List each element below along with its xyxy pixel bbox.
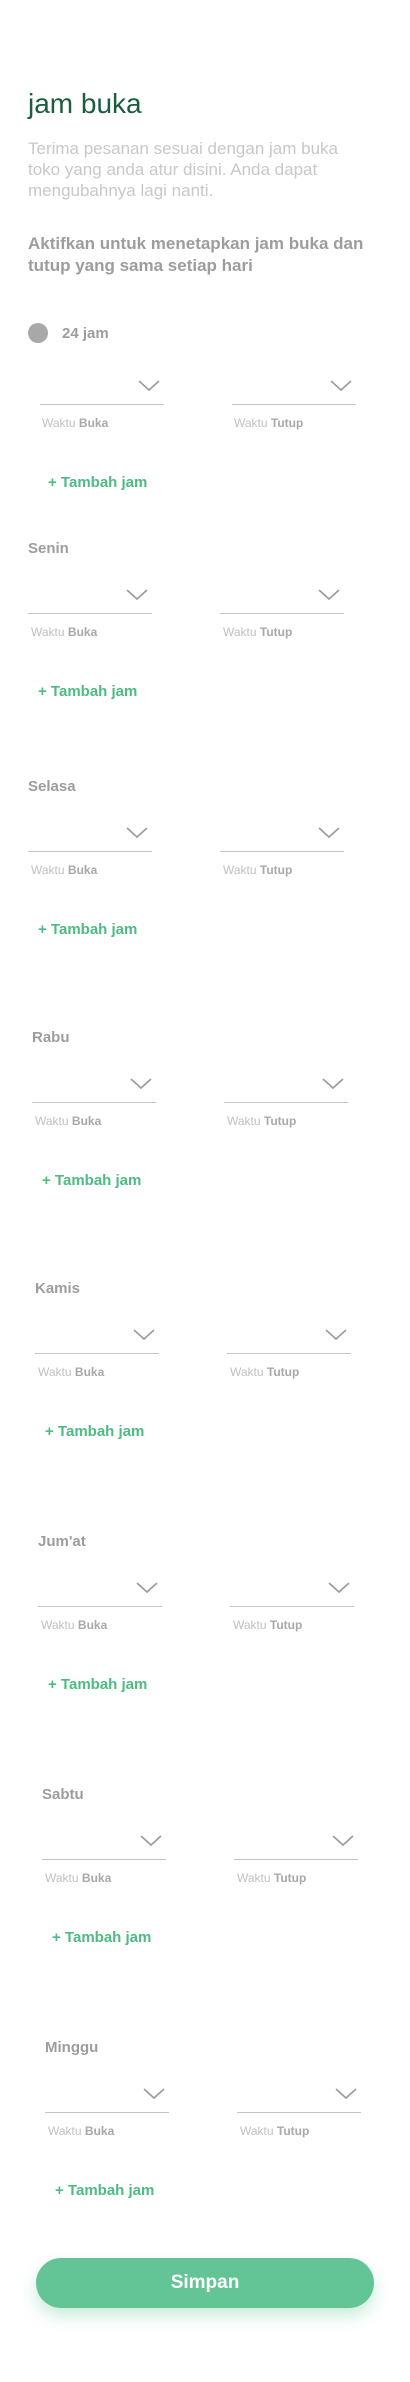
same-hours-hint: Aktifkan untuk menetapkan jam buka dan t… — [28, 234, 364, 275]
day-label-senin: Senin — [28, 540, 69, 557]
sabtu-open-time-caption: Waktu Buka — [45, 1871, 112, 1885]
selasa-add-hours-button[interactable]: + Tambah jam — [38, 921, 137, 938]
sabtu-close-time-select[interactable] — [234, 1829, 358, 1860]
sabtu-add-hours-button[interactable]: + Tambah jam — [52, 1929, 151, 1946]
jumat-close-time-caption: Waktu Tutup — [233, 1618, 303, 1632]
kamis-close-time-caption: Waktu Tutup — [230, 1365, 300, 1379]
kamis-add-hours-button[interactable]: + Tambah jam — [45, 1423, 144, 1440]
kamis-close-time-select[interactable] — [227, 1323, 351, 1354]
senin-close-time-caption: Waktu Tutup — [223, 625, 293, 639]
rabu-add-hours-button[interactable]: + Tambah jam — [42, 1172, 141, 1189]
chevron-down-icon — [126, 827, 148, 839]
jumat-close-time-select[interactable] — [230, 1576, 354, 1607]
senin-close-time-select[interactable] — [220, 583, 344, 614]
page-title: jam buka — [28, 88, 142, 119]
chevron-down-icon — [328, 1582, 350, 1594]
rabu-close-time-select[interactable] — [224, 1072, 348, 1103]
chevron-down-icon — [143, 2088, 165, 2100]
minggu-open-time-caption: Waktu Buka — [48, 2124, 115, 2138]
day-label-sabtu: Sabtu — [42, 1786, 84, 1803]
chevron-down-icon — [332, 1835, 354, 1847]
senin-add-hours-button[interactable]: + Tambah jam — [38, 683, 137, 700]
day-label-rabu: Rabu — [32, 1029, 70, 1046]
day-label-selasa: Selasa — [28, 778, 76, 795]
kamis-open-time-caption: Waktu Buka — [38, 1365, 105, 1379]
all-day-close-time-select[interactable] — [232, 374, 356, 405]
selasa-open-time-select[interactable] — [28, 821, 152, 852]
rabu-open-time-select[interactable] — [32, 1072, 156, 1103]
all-day-open-time-caption: Waktu Buka — [42, 416, 109, 430]
minggu-open-time-select[interactable] — [45, 2082, 169, 2113]
jumat-add-hours-button[interactable]: + Tambah jam — [48, 1676, 147, 1693]
day-label-kamis: Kamis — [35, 1280, 81, 1297]
senin-open-time-caption: Waktu Buka — [31, 625, 98, 639]
minggu-add-hours-button[interactable]: + Tambah jam — [55, 2182, 154, 2199]
chevron-down-icon — [140, 1835, 162, 1847]
chevron-down-icon — [136, 1582, 158, 1594]
jumat-open-time-select[interactable] — [38, 1576, 162, 1607]
minggu-close-time-caption: Waktu Tutup — [240, 2124, 310, 2138]
minggu-close-time-select[interactable] — [237, 2082, 361, 2113]
chevron-down-icon — [322, 1078, 344, 1090]
chevron-down-icon — [318, 827, 340, 839]
selasa-close-time-caption: Waktu Tutup — [223, 863, 293, 877]
day-label-jumat: Jum'at — [38, 1533, 86, 1550]
rabu-close-time-caption: Waktu Tutup — [227, 1114, 297, 1128]
chevron-down-icon — [325, 1329, 347, 1341]
sabtu-close-time-caption: Waktu Tutup — [237, 1871, 307, 1885]
chevron-down-icon — [126, 589, 148, 601]
selasa-open-time-caption: Waktu Buka — [31, 863, 98, 877]
selasa-close-time-select[interactable] — [220, 821, 344, 852]
chevron-down-icon — [133, 1329, 155, 1341]
all-day-open-time-select[interactable] — [40, 374, 164, 405]
senin-open-time-select[interactable] — [28, 583, 152, 614]
chevron-down-icon — [330, 380, 352, 392]
day-label-minggu: Minggu — [45, 2039, 99, 2056]
chevron-down-icon — [138, 380, 160, 392]
all-day-label: 24 jam — [62, 324, 109, 342]
kamis-open-time-select[interactable] — [35, 1323, 159, 1354]
sabtu-open-time-select[interactable] — [42, 1829, 166, 1860]
page-description: Terima pesanan sesuai dengan jam buka to… — [28, 139, 338, 200]
chevron-down-icon — [318, 589, 340, 601]
all-day-add-hours-button[interactable]: + Tambah jam — [48, 474, 147, 491]
all-day-option[interactable]: 24 jam — [28, 323, 109, 343]
all-day-radio[interactable] — [28, 323, 48, 343]
jumat-open-time-caption: Waktu Buka — [41, 1618, 108, 1632]
rabu-open-time-caption: Waktu Buka — [35, 1114, 102, 1128]
all-day-close-time-caption: Waktu Tutup — [234, 416, 304, 430]
chevron-down-icon — [130, 1078, 152, 1090]
chevron-down-icon — [335, 2088, 357, 2100]
save-button[interactable]: Simpan — [36, 2258, 374, 2308]
